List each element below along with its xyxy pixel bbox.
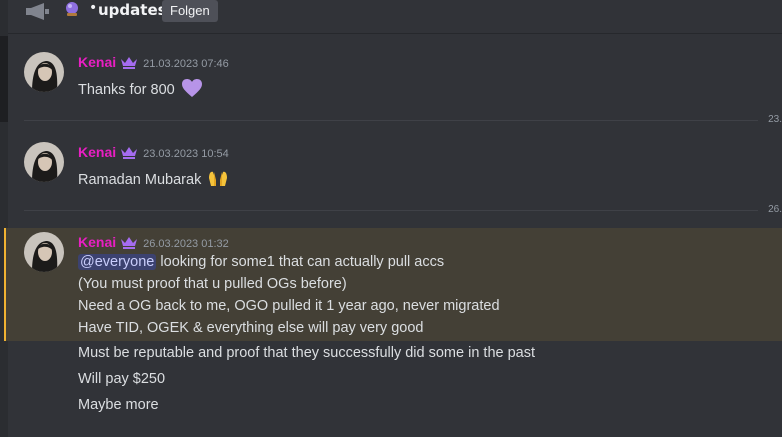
message-content: looking for some1 that can actually pull…: [156, 254, 445, 270]
followup-message-3: Maybe more: [8, 397, 782, 421]
avatar[interactable]: [24, 52, 64, 92]
message-text: Thanks for 800: [78, 74, 203, 98]
message-content: Maybe more: [78, 397, 159, 413]
left-strip: [0, 0, 8, 437]
message-header: Kenai 23.03.2023 10:54: [78, 143, 229, 160]
timestamp: 21.03.2023 07:46: [143, 58, 229, 70]
message-content: Thanks for 800: [78, 82, 175, 98]
avatar-image: [24, 52, 64, 92]
message-header: Kenai 26.03.2023 01:32: [78, 233, 229, 250]
everyone-mention[interactable]: @everyone: [78, 254, 157, 270]
channel-separator: •: [89, 0, 98, 16]
message-1: Kenai 21.03.2023 07:46 Thanks for 800: [8, 50, 782, 110]
app-window: • updates Folgen Kenai 21.03.2023 07:46 …: [0, 0, 782, 437]
announcement-icon: [26, 3, 49, 20]
followup-message-1: Must be reputable and proof that they su…: [8, 345, 782, 369]
avatar-image: [24, 232, 64, 272]
author-name[interactable]: Kenai: [78, 234, 116, 250]
crystal-ball-icon: [66, 2, 78, 16]
message-2: Kenai 23.03.2023 10:54 Ramadan Mubarak: [8, 140, 782, 200]
crown-icon: [121, 57, 138, 69]
date-divider-label: 23.: [768, 114, 782, 125]
message-line: Have TID, OGEK & everything else will pa…: [78, 320, 424, 336]
date-divider-label: 26.: [768, 204, 782, 215]
crown-icon: [121, 237, 138, 249]
author-name[interactable]: Kenai: [78, 144, 116, 160]
purple-heart-icon: [181, 79, 202, 97]
timestamp: 26.03.2023 01:32: [143, 238, 229, 250]
message-3: Kenai 26.03.2023 01:32 @everyone looking…: [8, 230, 782, 340]
avatar[interactable]: [24, 232, 64, 272]
message-text: Ramadan Mubarak: [78, 164, 229, 188]
timestamp: 23.03.2023 10:54: [143, 148, 229, 160]
date-divider: 26.: [24, 204, 782, 215]
author-name[interactable]: Kenai: [78, 54, 116, 70]
avatar-image: [24, 142, 64, 182]
message-header: Kenai 21.03.2023 07:46: [78, 53, 229, 70]
avatar[interactable]: [24, 142, 64, 182]
message-line: (You must proof that u pulled OGs before…: [78, 276, 347, 292]
channel-name: updates: [98, 1, 167, 19]
message-line: Need a OG back to me, OGO pulled it 1 ye…: [78, 298, 500, 314]
message-content: Ramadan Mubarak: [78, 172, 202, 188]
followup-message-2: Will pay $250: [8, 371, 782, 395]
left-strip-notch: [0, 36, 8, 122]
message-content: Will pay $250: [78, 371, 166, 387]
channel-header: • updates Folgen: [8, 0, 782, 34]
message-content: Must be reputable and proof that they su…: [78, 345, 536, 361]
follow-button[interactable]: Folgen: [162, 0, 218, 22]
message-line: @everyone looking for some1 that can act…: [78, 254, 444, 270]
crown-icon: [121, 147, 138, 159]
date-divider: 23.: [24, 114, 782, 125]
raised-hands-icon: [209, 171, 228, 186]
